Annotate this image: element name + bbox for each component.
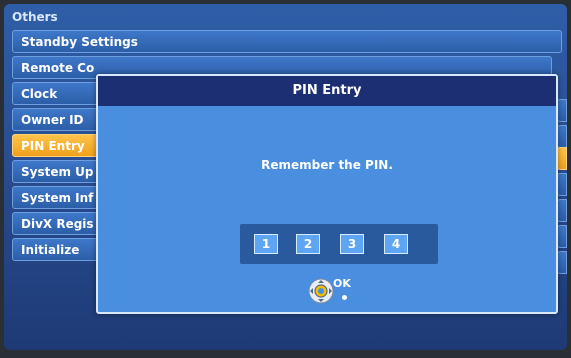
indicator-dot xyxy=(342,295,347,300)
menu-item-edge-selected xyxy=(557,147,567,170)
menu-item-edge xyxy=(557,251,567,274)
pin-digit-3[interactable]: 3 xyxy=(340,234,364,254)
menu-item-edge xyxy=(557,199,567,222)
pin-digit-2[interactable]: 2 xyxy=(296,234,320,254)
ok-label: OK xyxy=(333,277,351,290)
menu-item-standby-settings[interactable]: Standby Settings xyxy=(12,30,562,53)
menu-item-edge xyxy=(557,125,567,148)
menu-item-edge xyxy=(557,99,567,122)
menu-title: Others xyxy=(12,10,58,24)
remote-ok-button-icon xyxy=(308,278,334,304)
pin-entry-dialog: PIN Entry Remember the PIN. 1 2 3 4 OK xyxy=(96,74,558,314)
pin-digit-4[interactable]: 4 xyxy=(384,234,408,254)
tv-screen: Others Standby Settings Remote Co Clock … xyxy=(4,4,567,350)
menu-item-edge xyxy=(557,173,567,196)
pin-input-group: 1 2 3 4 xyxy=(240,224,438,264)
pin-digit-1[interactable]: 1 xyxy=(254,234,278,254)
ok-hint[interactable]: OK xyxy=(308,276,368,306)
menu-item-edge xyxy=(557,225,567,248)
dialog-message: Remember the PIN. xyxy=(261,158,393,172)
dialog-title: PIN Entry xyxy=(98,76,556,106)
